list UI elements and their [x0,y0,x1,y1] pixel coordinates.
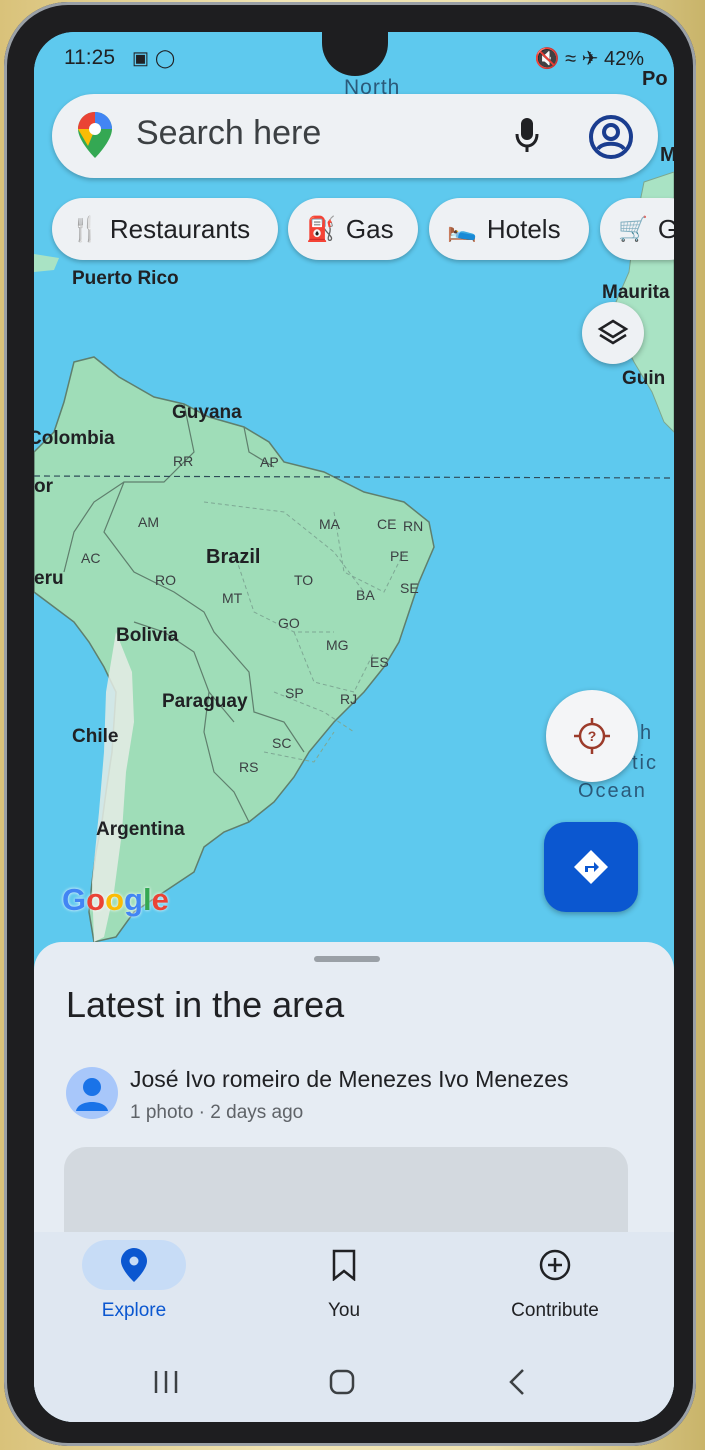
chip-restaurants[interactable]: 🍴 Restaurants [52,198,278,260]
sheet-drag-handle[interactable] [314,956,380,962]
account-icon[interactable] [588,114,634,165]
country-label-chile[interactable]: Chile [72,726,118,748]
state-code-es: ES [370,654,389,670]
system-navigation-bar [34,1357,674,1407]
airplane-icon: ✈ [581,48,599,70]
state-code-se: SE [400,580,419,596]
gas-station-icon: ⛽ [306,215,336,243]
google-logo: Google [62,882,169,917]
country-label-argentina[interactable]: Argentina [96,819,185,841]
screen: North Po M Maurita Guin or eru Puerto Ri… [34,32,674,1422]
ocean-label-line3: Ocean [578,780,647,802]
state-code-mg: MG [326,637,349,653]
contribute-pill [503,1240,607,1290]
state-code-ro: RO [155,572,176,588]
notification-icons: ▣◯ [132,48,182,68]
bottom-navigation: Explore You Contribute [34,1232,674,1422]
home-icon [329,1369,355,1395]
edge-label-guinea: Guin [622,368,666,389]
chip-groceries-label: G [657,213,674,244]
location-unknown-icon: ? [574,718,610,754]
chip-gas[interactable]: ⛽ Gas [288,198,418,260]
state-code-rs: RS [239,759,259,775]
edge-label-ecuador: or [34,476,53,497]
location-pin-icon [121,1248,147,1282]
state-code-rr: RR [173,453,194,469]
state-code-rn: RN [403,518,424,534]
state-code-sp: SP [285,685,304,701]
state-code-ap: AP [260,454,279,470]
state-code-ma: MA [319,516,340,532]
edge-label-po: Po [642,68,668,90]
country-label-bolivia[interactable]: Bolivia [116,625,178,647]
country-label-brazil[interactable]: Brazil [206,546,260,569]
post-meta: 1 photo · 2 days ago [130,1102,304,1123]
back-chevron-icon [509,1369,524,1395]
state-code-sc: SC [272,735,292,751]
back-button[interactable] [488,1357,548,1407]
nav-explore[interactable]: Explore [82,1232,186,1352]
post-author[interactable]: José Ivo romeiro de Menezes Ivo Menezes [130,1066,568,1093]
directions-button[interactable] [544,822,638,912]
wifi-icon: ≈ [565,48,577,70]
category-chips: 🍴 Restaurants ⛽ Gas 🛌 Hotels 🛒 G [52,198,674,262]
state-code-am: AM [138,514,159,530]
search-bar[interactable]: Search here [52,94,658,178]
state-code-pe: PE [390,548,409,564]
country-label-paraguay[interactable]: Paraguay [162,691,248,713]
svg-text:?: ? [588,728,597,744]
state-code-to: TO [294,572,314,588]
sheet-title: Latest in the area [66,984,345,1025]
ocean-label-line1: h [640,722,654,744]
chip-groceries[interactable]: 🛒 G [600,198,674,260]
state-code-mt: MT [222,590,243,606]
country-label-colombia[interactable]: Colombia [34,428,115,450]
edge-label-peru: eru [34,568,64,589]
state-code-go: GO [278,615,300,631]
battery-level: 42% [603,48,644,70]
layers-icon [597,319,629,345]
microphone-icon[interactable] [514,116,540,159]
state-code-ac: AC [81,550,101,566]
nav-explore-label: Explore [101,1300,167,1321]
country-label-guyana[interactable]: Guyana [172,402,242,424]
you-pill [292,1240,396,1290]
search-input[interactable]: Search here [136,114,321,153]
google-maps-pin-icon [78,112,112,163]
country-label-puerto-rico[interactable]: Puerto Rico [72,268,179,290]
bookmark-icon [332,1249,356,1281]
edge-label-mauritania: Maurita [602,282,670,303]
avatar[interactable] [66,1067,118,1119]
restaurant-icon: 🍴 [70,215,100,243]
phone-frame: North Po M Maurita Guin or eru Puerto Ri… [4,2,696,1446]
mute-icon: 🔇 [534,48,560,70]
status-right: 🔇 ≈ ✈ 42% [535,46,644,71]
nav-contribute-label: Contribute [511,1300,599,1321]
state-code-ce: CE [377,516,397,532]
explore-pill [82,1240,186,1290]
map-layers-button[interactable] [582,302,644,364]
state-code-ba: BA [356,587,375,603]
state-code-rj: RJ [340,691,358,707]
directions-icon [574,850,608,884]
home-button[interactable] [312,1357,372,1407]
ocean-label-line2: tic [632,752,658,774]
status-time: 11:25 [64,46,115,69]
chip-hotels-label: Hotels [486,213,561,244]
add-circle-icon [539,1249,571,1281]
recent-apps-button[interactable] [136,1357,196,1407]
nav-you-label: You [327,1300,361,1321]
nav-you[interactable]: You [292,1232,396,1352]
edge-label-m: M [660,144,674,166]
chip-gas-label: Gas [345,213,394,244]
groceries-cart-icon: 🛒 [618,215,648,243]
recents-icon [154,1371,178,1393]
chip-restaurants-label: Restaurants [109,213,251,244]
chip-hotels[interactable]: 🛌 Hotels [429,198,589,260]
hotel-icon: 🛌 [447,215,477,243]
my-location-button[interactable]: ? [546,690,638,782]
person-icon [76,1078,108,1111]
nav-contribute[interactable]: Contribute [490,1232,620,1352]
